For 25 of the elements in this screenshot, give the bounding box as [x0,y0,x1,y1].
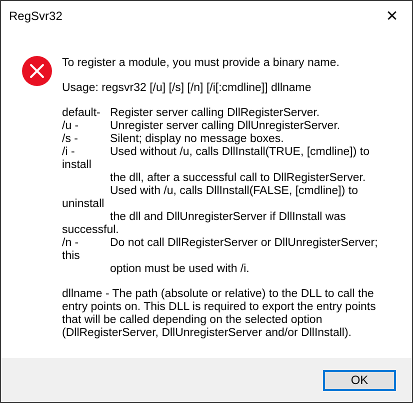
option-switch-text: default- [62,107,102,120]
option-description: Used with /u, calls DllInstall(FALSE, [cmdline]) to [110,185,358,198]
option-switch-text: /i - [62,146,76,159]
option-description: Unregister server calling DllUnregisterServer. [110,120,340,133]
close-button[interactable]: ✕ [372,1,412,31]
error-icon [22,56,52,86]
option-description: uninstall [62,198,104,211]
option-description: this [62,250,80,263]
error-message: To register a module, you must provide a binary name. [62,57,340,70]
option-description: option must be used with /i. [110,263,250,276]
usage-text: Usage: regsvr32 [/u] [/s] [/n] [/i[:cmdline]] dllname [62,82,312,95]
window-title: RegSvr32 [9,9,62,23]
option-switch-text: /u - [62,120,80,133]
dllname-description: dllname - The path (absolute or relative) to the DLL to call the entry points on. This DLL is required to export the entry points that will be called depending on the selected option (DllRegisterServer, DllUnregisterServer and/or DllInstall). [62,288,377,340]
option-description: Silent; display no message boxes. [110,133,284,146]
option-switch-text: /n - [62,237,80,250]
option-description: successful. [62,224,119,237]
ok-button[interactable]: OK [323,370,396,390]
option-switch-text: /s - [62,133,79,146]
option-description: the dll and DllUnregisterServer if DllInstall was [110,211,346,224]
option-description: Used without /u, calls DllInstall(TRUE, [cmdline]) to [110,146,370,159]
option-description: Do not call DllRegisterServer or DllUnregisterServer; [110,237,378,250]
option-description: Register server calling DllRegisterServer. [110,107,320,120]
option-description: install [62,159,92,172]
option-description: the dll, after a successful call to DllRegisterServer. [110,172,366,185]
